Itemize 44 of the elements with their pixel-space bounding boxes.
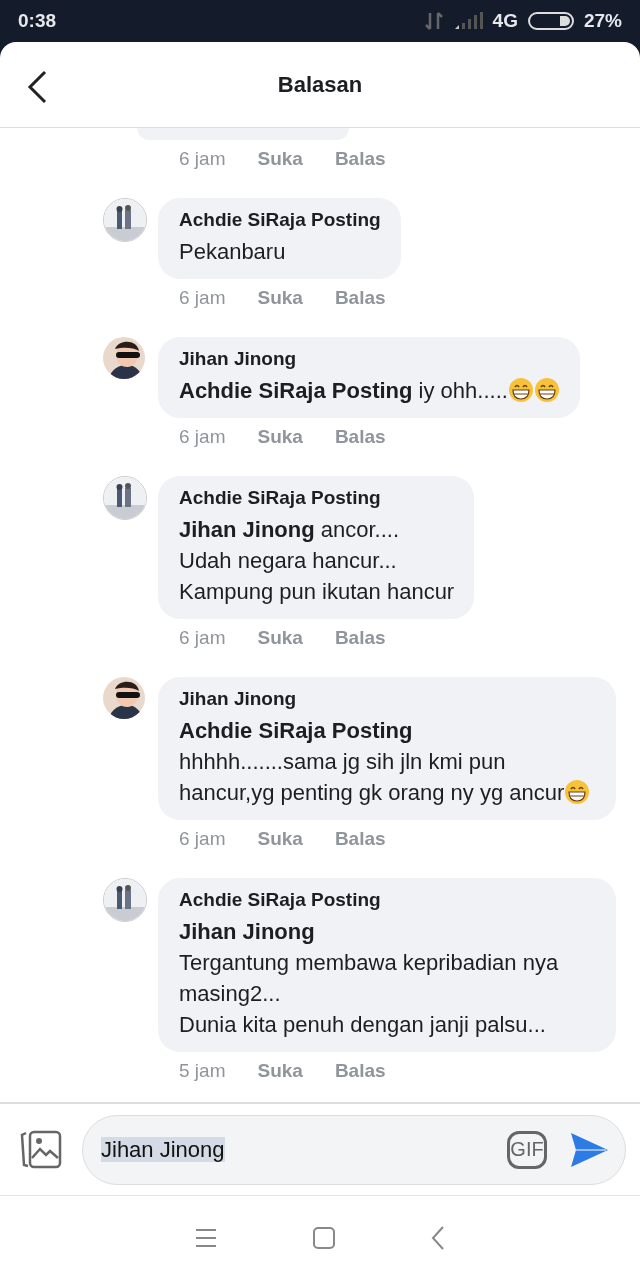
send-button[interactable] [569, 1130, 609, 1169]
comment-time: 5 jam [179, 1060, 226, 1083]
like-link[interactable]: Suka [257, 1060, 303, 1090]
comment-time: 6 jam [179, 828, 226, 851]
author-name[interactable]: Jihan Jinong [179, 348, 560, 370]
reply-link[interactable]: Balas [334, 627, 386, 657]
author-name[interactable]: Achdie SiRaja Posting [179, 487, 455, 509]
reply-link[interactable]: Balas [334, 426, 386, 456]
comment-text: Jihan Jinong ancor.... Udah negara hancur... Kampung pun ikutan hancur [179, 516, 455, 606]
reply-link[interactable]: Balas [334, 287, 386, 317]
back-nav-button[interactable] [431, 1226, 445, 1250]
network-type: 4G [492, 10, 518, 32]
clock: 0:38 [18, 10, 57, 32]
comment-time: 6 jam [179, 287, 226, 310]
gif-button[interactable]: GIF [507, 1130, 547, 1169]
battery-icon [527, 11, 574, 31]
author-name[interactable]: Achdie SiRaja Posting [179, 889, 596, 911]
like-link[interactable]: Suka [257, 148, 303, 178]
menu-button[interactable] [195, 1228, 217, 1248]
comment-time: 6 jam [179, 426, 226, 449]
comment-text: Pekanbaru [179, 238, 287, 266]
comment-input[interactable]: Jihan Jinong GIF [82, 1114, 626, 1185]
data-arrows-icon [424, 11, 443, 31]
battery-level: 27% [583, 10, 622, 32]
reply-link[interactable]: Balas [334, 1060, 386, 1090]
reply-link[interactable]: Balas [334, 148, 386, 178]
photo-button[interactable] [20, 1129, 64, 1170]
like-link[interactable]: Suka [257, 426, 303, 456]
grin-icon [564, 779, 591, 805]
author-name[interactable]: Achdie SiRaja Posting [179, 209, 381, 231]
like-link[interactable]: Suka [257, 828, 303, 858]
page-title: Balasan [277, 71, 363, 98]
like-link[interactable]: Suka [257, 287, 303, 317]
comment-text: Achdie SiRaja Posting iy ohh..... [179, 375, 560, 406]
home-button[interactable] [313, 1227, 335, 1249]
comment-text: Achdie SiRaja Posting hhhhh.......sama jg sih jln kmi pun hancur,yg penting gk orang ny yg ancur [179, 715, 596, 808]
grin-icon [533, 377, 560, 403]
comment-time: 6 jam [179, 627, 226, 650]
comment-text: Jihan Jinong Tergantung membawa kepribadian nya masing2... Dunia kita penuh dengan janji palsu... [179, 918, 560, 1039]
like-link[interactable]: Suka [257, 627, 303, 657]
grin-icon [507, 377, 534, 403]
reply-link[interactable]: Balas [334, 828, 386, 858]
author-name[interactable]: Jihan Jinong [179, 688, 596, 710]
comment-time: 6 jam [179, 148, 226, 171]
